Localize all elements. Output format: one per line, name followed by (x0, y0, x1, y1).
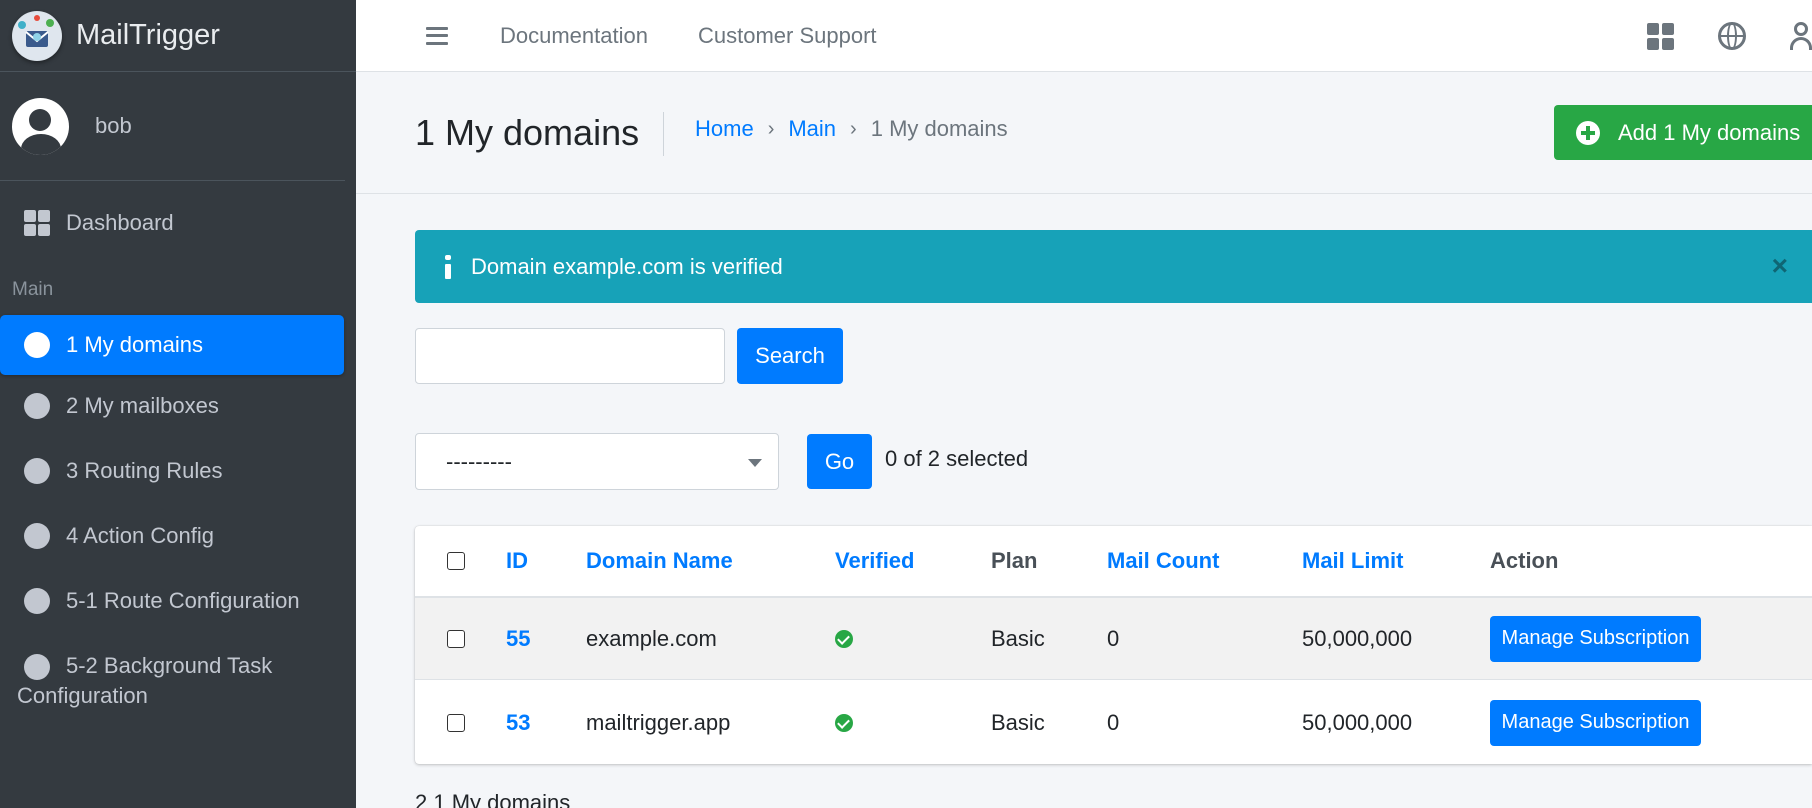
sidebar-item-label: 2 My mailboxes (66, 393, 219, 418)
breadcrumb-current: 1 My domains (870, 116, 1008, 141)
row-checkbox[interactable] (447, 713, 465, 732)
sidebar-item-action-config[interactable]: 4 Action Config (0, 505, 344, 570)
manage-subscription-button[interactable]: Manage Subscription (1490, 699, 1701, 746)
sidebar-item-my-domains[interactable]: 1 My domains (0, 315, 344, 375)
top-navbar: Documentation Customer Support (356, 0, 1812, 72)
page-title: 1 My domains (415, 112, 665, 156)
sidebar-item-background-task-configuration[interactable]: 5-2 Background Task Configuration (0, 635, 344, 727)
column-header-action: Action (1490, 548, 1559, 573)
selection-counter: 0 of 2 selected (885, 446, 1029, 471)
plan-value: Basic (991, 709, 1045, 735)
info-alert: Domain example.com is verified × (415, 230, 1812, 303)
sidebar-item-label: 5-2 Background Task (66, 653, 273, 678)
breadcrumb: Home › Main › 1 My domains (695, 116, 1008, 142)
globe-icon[interactable] (1718, 22, 1746, 50)
action-select[interactable]: --------- (415, 433, 779, 490)
column-header-plan: Plan (991, 548, 1038, 573)
content-header: 1 My domains Home › Main › 1 My domains … (356, 72, 1812, 194)
table-header-row: ID Domain Name Verified Plan Mail Count … (415, 526, 1812, 598)
breadcrumb-main[interactable]: Main (788, 116, 836, 142)
info-icon (445, 254, 451, 279)
sidebar-item-label: Dashboard (66, 210, 174, 235)
user-avatar-icon (12, 97, 69, 155)
menu-toggle-icon[interactable] (426, 26, 448, 45)
mail-limit-value: 50,000,000 (1302, 625, 1413, 651)
customer-support-link[interactable]: Customer Support (698, 23, 877, 49)
apps-grid-icon[interactable] (1647, 22, 1674, 50)
circle-icon (24, 523, 50, 549)
user-panel[interactable]: bob (0, 72, 345, 181)
mail-limit-value: 50,000,000 (1302, 709, 1413, 735)
column-header-mail-count[interactable]: Mail Count (1107, 548, 1219, 574)
add-domain-button[interactable]: Add 1 My domains (1554, 105, 1812, 160)
sidebar: MailTrigger bob Dashboard Main 1 My doma… (0, 0, 356, 808)
circle-icon (24, 588, 50, 614)
domain-id-link[interactable]: 53 (506, 710, 530, 736)
chevron-down-icon (748, 459, 762, 467)
table-row: 55 example.com Basic 0 50,000,000 Manage… (415, 598, 1812, 680)
column-header-domain-name[interactable]: Domain Name (586, 548, 733, 574)
table-row: 53 mailtrigger.app Basic 0 50,000,000 Ma… (415, 681, 1812, 764)
sidebar-item-route-configuration[interactable]: 5-1 Route Configuration (0, 570, 344, 635)
go-button[interactable]: Go (807, 434, 872, 489)
column-header-id[interactable]: ID (506, 548, 528, 574)
alert-message: Domain example.com is verified (471, 253, 783, 279)
select-all-checkbox[interactable] (447, 552, 465, 570)
mailtrigger-logo (12, 10, 62, 61)
circle-icon (24, 393, 50, 419)
circle-icon (24, 654, 50, 680)
result-count: 2 1 My domains (415, 790, 571, 808)
domains-table: ID Domain Name Verified Plan Mail Count … (415, 526, 1812, 764)
user-icon[interactable] (1790, 22, 1812, 50)
row-checkbox[interactable] (447, 629, 465, 648)
verified-check-icon (835, 629, 853, 648)
column-header-mail-limit[interactable]: Mail Limit (1302, 548, 1403, 574)
dashboard-grid-icon (24, 210, 50, 236)
sidebar-item-label: 1 My domains (66, 332, 203, 357)
close-icon[interactable]: × (1772, 252, 1788, 280)
breadcrumb-separator-icon: › (767, 117, 775, 140)
add-button-label: Add 1 My domains (1618, 119, 1801, 145)
mail-count-value: 0 (1107, 625, 1120, 651)
breadcrumb-separator-icon: › (850, 117, 857, 140)
search-input[interactable] (415, 328, 725, 384)
brand-link[interactable]: MailTrigger (0, 0, 356, 72)
sidebar-item-label: 4 Action Config (66, 523, 214, 548)
domain-name: mailtrigger.app (586, 709, 731, 735)
sidebar-item-label: 5-1 Route Configuration (66, 588, 300, 613)
manage-subscription-button[interactable]: Manage Subscription (1490, 615, 1701, 662)
circle-icon (24, 458, 50, 484)
sidebar-item-my-mailboxes[interactable]: 2 My mailboxes (0, 375, 344, 440)
circle-icon (24, 332, 50, 358)
plan-value: Basic (991, 625, 1045, 651)
sidebar-section-header: Main (12, 279, 54, 300)
mail-count-value: 0 (1107, 709, 1120, 735)
domain-name: example.com (586, 625, 717, 651)
column-header-verified[interactable]: Verified (835, 548, 914, 574)
verified-check-icon (835, 713, 853, 732)
sidebar-item-routing-rules[interactable]: 3 Routing Rules (0, 440, 344, 505)
user-name[interactable]: bob (95, 113, 132, 139)
plus-circle-icon (1576, 120, 1600, 145)
documentation-link[interactable]: Documentation (500, 23, 648, 49)
brand-name: MailTrigger (76, 19, 220, 51)
action-select-value: --------- (446, 448, 512, 474)
search-button[interactable]: Search (737, 328, 843, 384)
breadcrumb-home[interactable]: Home (695, 116, 754, 142)
sidebar-item-label-line2: Configuration (17, 683, 148, 708)
sidebar-item-label: 3 Routing Rules (66, 458, 223, 483)
sidebar-item-dashboard[interactable]: Dashboard (0, 193, 344, 253)
domain-id-link[interactable]: 55 (506, 626, 530, 652)
